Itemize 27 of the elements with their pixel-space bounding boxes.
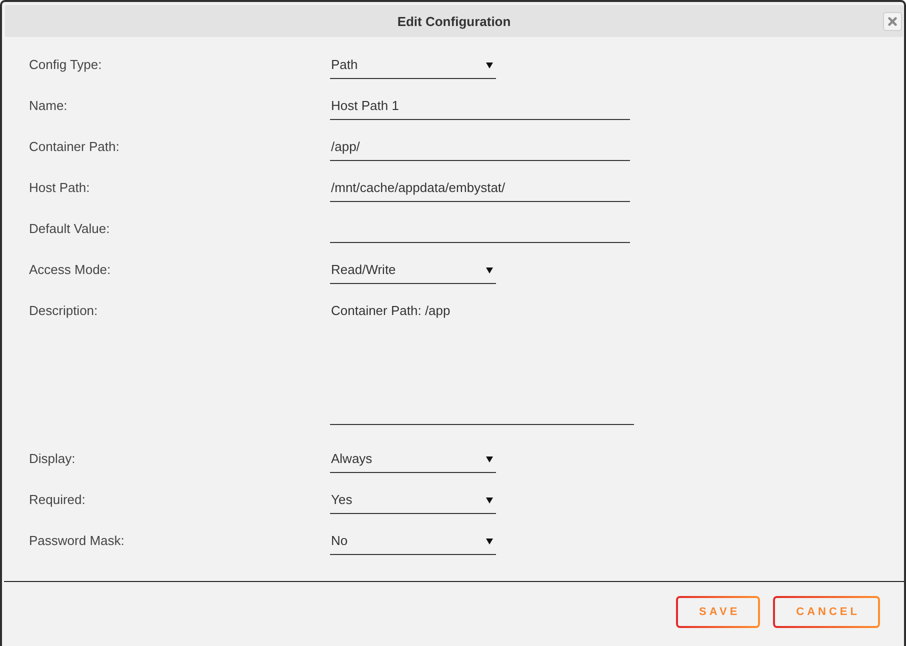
caret-icon <box>486 62 493 69</box>
text-field[interactable]: /app/ <box>330 133 630 161</box>
text-field[interactable]: Host Path 1 <box>330 92 630 120</box>
close-button[interactable] <box>883 12 902 30</box>
caret-icon <box>486 456 493 463</box>
field-label: Config Type: <box>29 56 103 73</box>
field-label: Name: <box>29 97 68 114</box>
caret-icon <box>486 267 493 274</box>
field-label: Required: <box>29 491 86 508</box>
field-label: Access Mode: <box>29 261 112 278</box>
field-label: Default Value: <box>29 220 111 237</box>
field-label: Password Mask: <box>29 532 126 549</box>
field-label: Description: <box>29 302 99 319</box>
field-label: Host Path: <box>29 179 91 196</box>
dropdown[interactable]: No <box>330 527 496 555</box>
dropdown[interactable]: Path <box>330 51 496 79</box>
description-field[interactable]: Container Path: /app <box>330 297 634 425</box>
dialog-title: Edit Configuration <box>397 14 511 28</box>
caret-icon <box>486 538 493 545</box>
caret-icon <box>486 497 493 504</box>
text-field[interactable]: /mnt/cache/appdata/embystat/ <box>330 174 630 202</box>
dropdown[interactable]: Yes <box>330 486 496 514</box>
field-label: Display: <box>29 450 76 467</box>
dropdown[interactable]: Always <box>330 445 496 473</box>
dropdown[interactable]: Read/Write <box>330 256 496 284</box>
close-icon <box>888 16 897 26</box>
field-label: Container Path: <box>29 138 120 155</box>
